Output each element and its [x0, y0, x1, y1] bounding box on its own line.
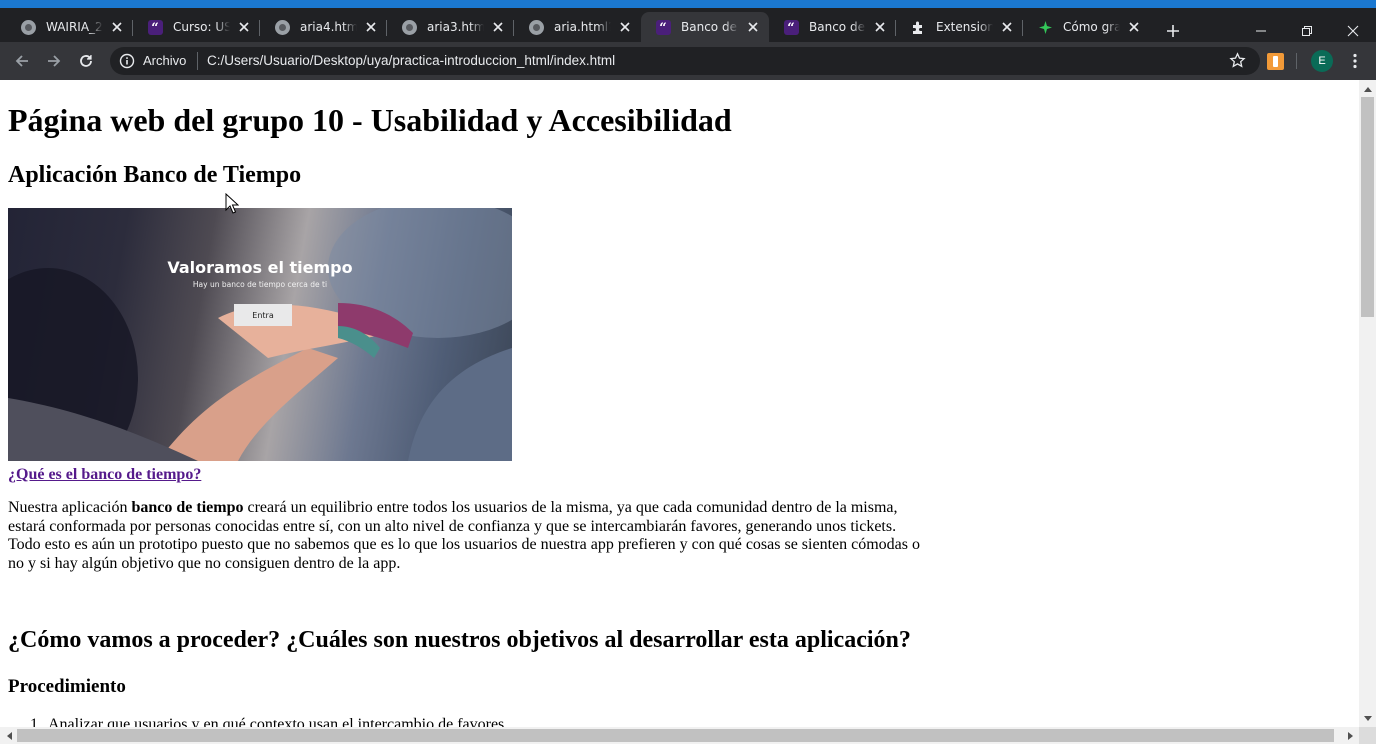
close-icon[interactable]: [490, 19, 506, 35]
scroll-down-arrow[interactable]: [1359, 710, 1376, 727]
list-number: 1.: [30, 716, 42, 727]
close-icon[interactable]: [236, 19, 252, 35]
info-icon[interactable]: [119, 53, 135, 73]
tab-title: Banco de tiempo: [809, 20, 866, 34]
scroll-right-arrow[interactable]: [1342, 727, 1359, 744]
vertical-scrollbar[interactable]: [1359, 80, 1376, 727]
globe-icon: [20, 19, 36, 35]
new-tab-button[interactable]: [1162, 20, 1184, 42]
page-viewport: Página web del grupo 10 - Usabilidad y A…: [0, 80, 1359, 727]
tab-title: aria3.html?: [427, 20, 484, 34]
tab-title: Cómo grabar: [1063, 20, 1120, 34]
profile-avatar[interactable]: E: [1311, 50, 1333, 72]
hero-title: Valoramos el tiempo: [167, 258, 353, 277]
extension-icon[interactable]: [1267, 53, 1284, 70]
tab-aria4[interactable]: aria4.html: [260, 12, 387, 42]
close-icon[interactable]: [872, 19, 888, 35]
vertical-scroll-thumb[interactable]: [1361, 97, 1374, 317]
minimize-icon: [1256, 30, 1266, 32]
restore-icon: [1302, 26, 1312, 36]
tab-title: Curso: USAC: [173, 20, 230, 34]
close-icon[interactable]: [363, 19, 379, 35]
back-button[interactable]: [10, 49, 34, 73]
plus-icon: [1167, 25, 1179, 37]
intro-paragraph: Nuestra aplicación banco de tiempo crear…: [8, 499, 920, 572]
quote-icon: “: [783, 19, 799, 36]
reload-icon: [80, 55, 92, 67]
security-label: Archivo: [143, 53, 187, 68]
horizontal-scroll-thumb[interactable]: [17, 729, 1334, 742]
quote-icon: “: [147, 19, 163, 36]
arrow-right-icon: [48, 55, 61, 67]
list-item: 1. Analizar que usuarios y en qué context…: [8, 716, 504, 727]
close-icon: [1347, 25, 1359, 37]
address-bar[interactable]: Archivo C:/Users/Usuario/Desktop/uya/pra…: [110, 47, 1260, 75]
puzzle-icon: [910, 19, 926, 35]
tab-title: Banco de tiempo: [681, 20, 739, 34]
hands-illustration: [8, 208, 512, 461]
tab-banco-de-tiempo-active[interactable]: “ Banco de tiempo: [641, 12, 769, 42]
hero-subtitle: Hay un banco de tiempo cerca de ti: [192, 280, 328, 289]
subheading-procedure: Procedimiento: [8, 676, 126, 697]
scroll-left-arrow[interactable]: [0, 727, 17, 744]
tab-wairia[interactable]: WAIRIA_2019: [6, 12, 133, 42]
tab-curso[interactable]: “ Curso: USAC: [133, 12, 260, 42]
browser-toolbar: Archivo C:/Users/Usuario/Desktop/uya/pra…: [0, 42, 1376, 80]
mouse-cursor-icon: [225, 193, 239, 214]
close-icon[interactable]: [745, 19, 761, 35]
close-icon[interactable]: [1126, 19, 1142, 35]
close-icon[interactable]: [109, 19, 125, 35]
list-item-text: Analizar que usuarios y en qué contexto …: [48, 716, 505, 727]
scroll-up-arrow[interactable]: [1359, 80, 1376, 97]
sparkle-icon: [1037, 19, 1053, 35]
bold-term: banco de tiempo: [131, 499, 244, 516]
close-icon[interactable]: [617, 19, 633, 35]
close-icon[interactable]: [999, 19, 1015, 35]
hero-enter-button[interactable]: Entra: [234, 304, 292, 326]
horizontal-scrollbar[interactable]: [0, 727, 1359, 744]
section-heading-objectives: ¿Cómo vamos a proceder? ¿Cuáles son nues…: [8, 627, 911, 653]
arrow-left-icon: [15, 55, 28, 67]
procedure-list: 1. Analizar que usuarios y en qué context…: [8, 716, 504, 727]
section-heading-app: Aplicación Banco de Tiempo: [8, 162, 302, 188]
tab-extensiones[interactable]: Extensiones: [896, 12, 1023, 42]
more-vert-icon: [1353, 53, 1357, 69]
tab-title: aria.html?: [554, 20, 611, 34]
quote-icon: “: [655, 19, 671, 36]
reload-button[interactable]: [74, 49, 98, 73]
menu-button[interactable]: [1343, 49, 1367, 73]
scrollbar-corner: [1359, 727, 1376, 744]
tab-aria[interactable]: aria.html?: [514, 12, 641, 42]
tab-como-grabar[interactable]: Cómo grabar: [1023, 12, 1150, 42]
tab-aria3[interactable]: aria3.html?: [387, 12, 514, 42]
tab-banco-de-tiempo[interactable]: “ Banco de tiempo: [769, 12, 896, 42]
forward-button[interactable]: [42, 49, 66, 73]
window-accent-strip: [0, 0, 1376, 8]
tab-title: aria4.html: [300, 20, 357, 34]
hero-image: Valoramos el tiempo Hay un banco de tiem…: [8, 208, 512, 461]
star-icon[interactable]: [1229, 52, 1246, 73]
tab-title: WAIRIA_2019: [46, 20, 103, 34]
tab-strip: WAIRIA_2019 “ Curso: USAC aria4.html ari…: [0, 8, 1376, 42]
globe-icon: [274, 19, 290, 35]
globe-icon: [401, 19, 417, 35]
tab-title: Extensiones: [936, 20, 993, 34]
page-title: Página web del grupo 10 - Usabilidad y A…: [8, 102, 732, 138]
what-is-link[interactable]: ¿Qué es el banco de tiempo?: [8, 466, 201, 484]
url-text[interactable]: C:/Users/Usuario/Desktop/uya/practica-in…: [207, 53, 615, 68]
globe-icon: [528, 19, 544, 35]
